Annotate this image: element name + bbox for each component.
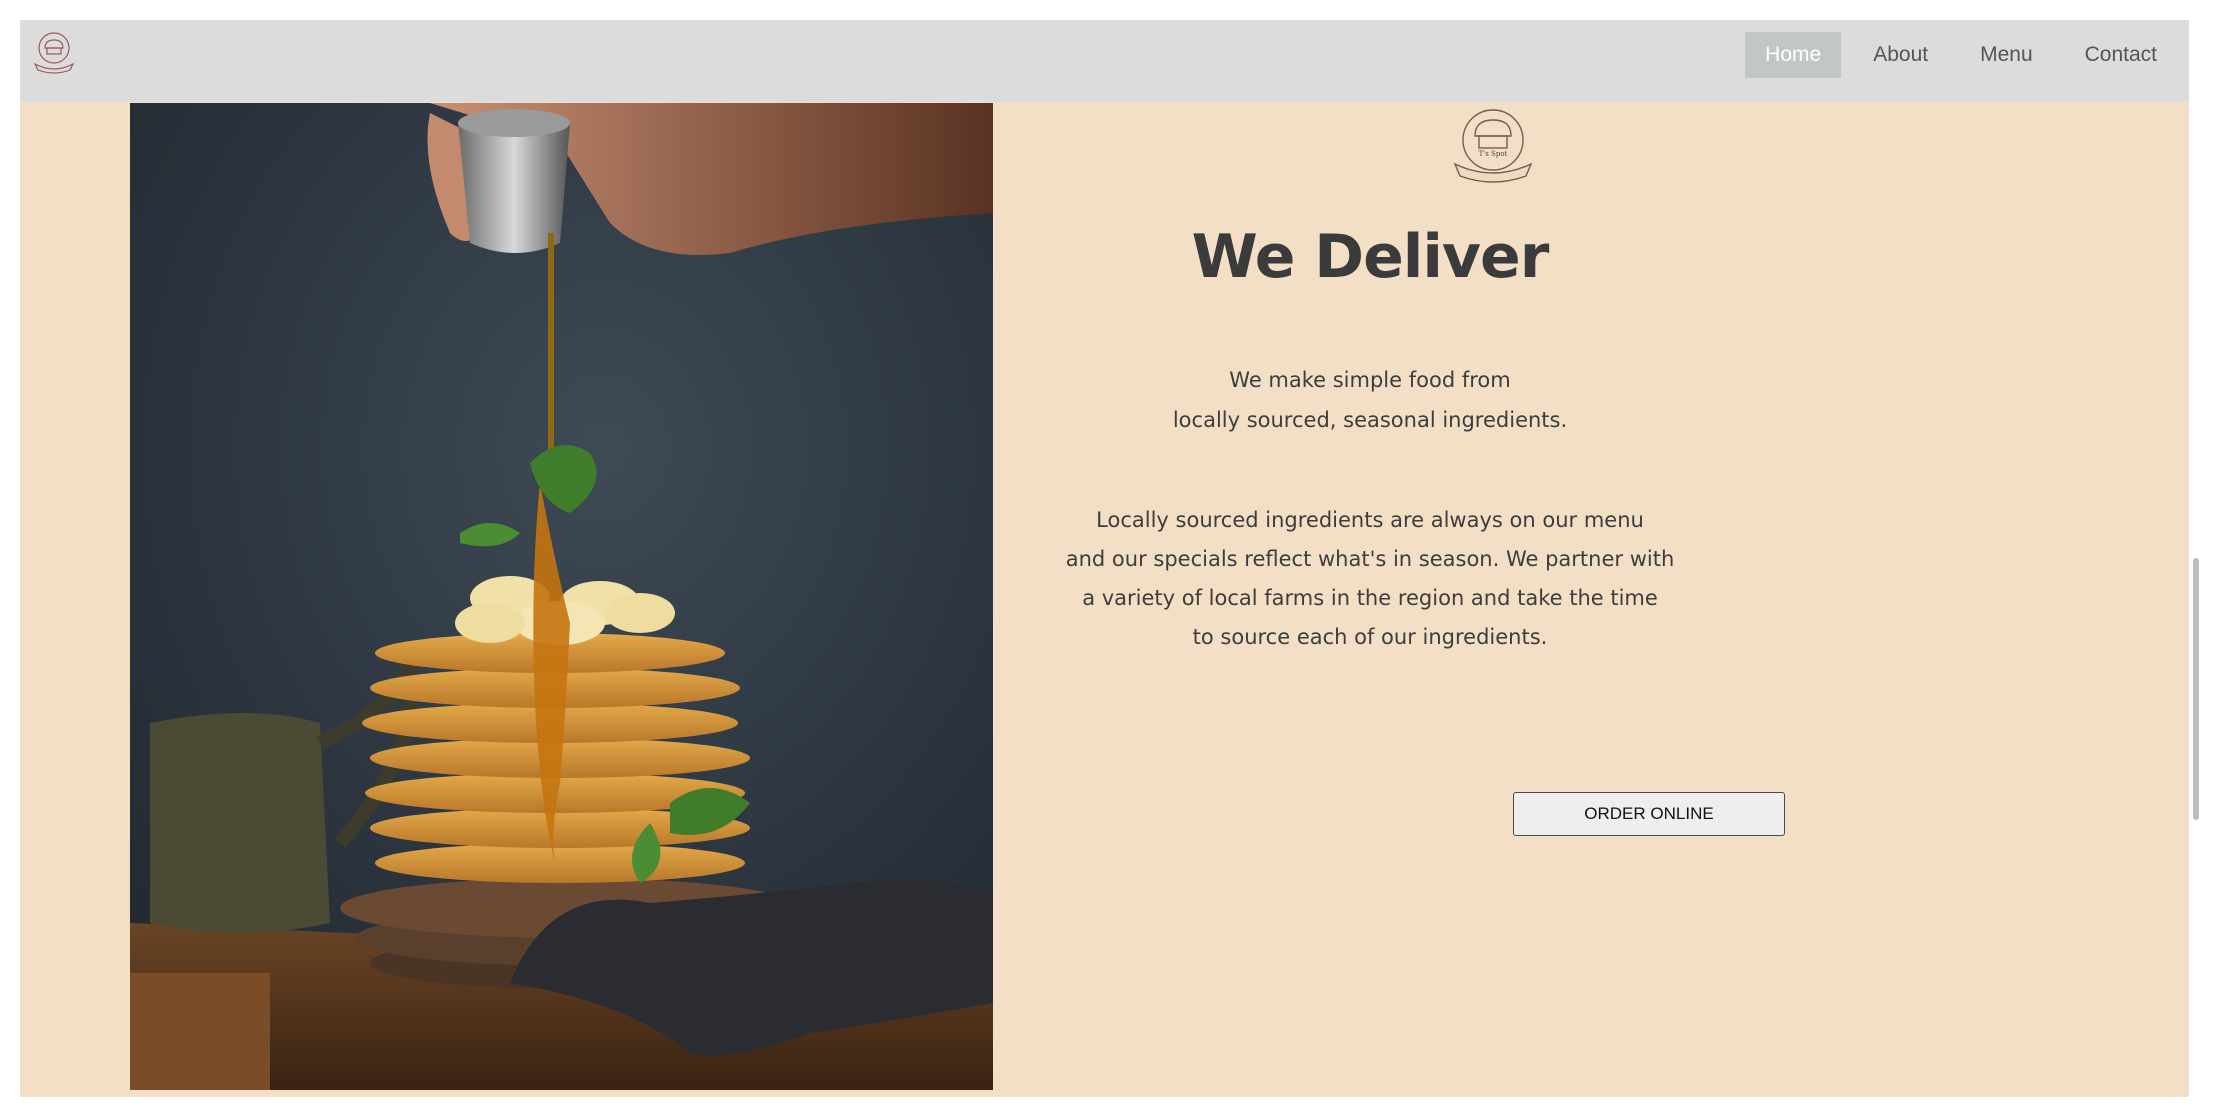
tagline: We make simple food from locally sourced… [870, 360, 1870, 440]
top-navbar: Home About Menu Contact [20, 20, 2189, 102]
body-line: Locally sourced ingredients are always o… [1096, 508, 1644, 532]
nav-links: Home About Menu Contact [1745, 32, 2189, 78]
chef-hat-logo-icon[interactable] [30, 28, 78, 76]
nav-link-contact[interactable]: Contact [2065, 32, 2177, 78]
page-title: We Deliver [1191, 222, 1550, 292]
chef-hat-logo-icon: T's Spot [1449, 106, 1537, 190]
body-line: a variety of local farms in the region a… [1082, 586, 1658, 610]
tagline-line: We make simple food from [1229, 368, 1511, 392]
body-line: to source each of our ingredients. [1192, 625, 1548, 649]
scrollbar-thumb[interactable] [2193, 558, 2199, 820]
body-line: and our specials reflect what's in seaso… [1065, 547, 1675, 571]
svg-text:T's Spot: T's Spot [1479, 150, 1508, 158]
tagline-line: locally sourced, seasonal ingredients. [1172, 408, 1568, 432]
order-online-button[interactable]: ORDER ONLINE [1513, 792, 1785, 836]
body-paragraph: Locally sourced ingredients are always o… [870, 501, 1870, 657]
nav-link-about[interactable]: About [1853, 32, 1948, 78]
nav-link-home[interactable]: Home [1745, 32, 1842, 78]
page: Home About Menu Contact T's Spot We Deli… [20, 20, 2189, 1097]
nav-link-menu[interactable]: Menu [1960, 32, 2053, 78]
